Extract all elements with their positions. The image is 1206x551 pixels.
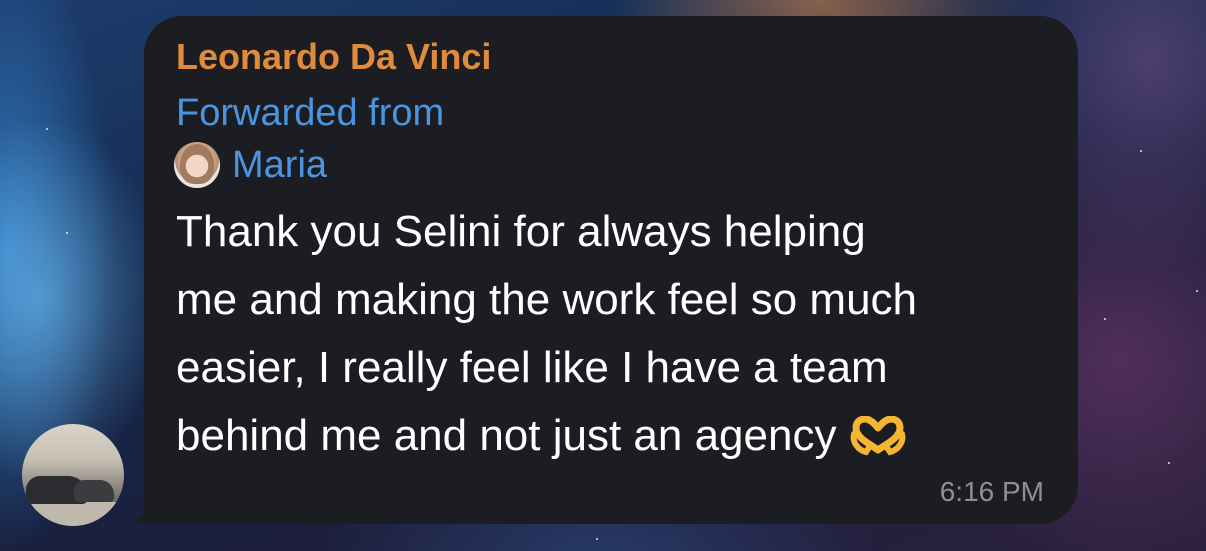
forwarded-label: Forwarded from — [176, 92, 445, 134]
background-star — [596, 538, 598, 540]
sender-name[interactable]: Leonardo Da Vinci — [176, 36, 491, 78]
message-text-line: easier, I really feel like I have a team — [176, 343, 888, 392]
bubble-tail — [128, 490, 164, 524]
background-star — [46, 128, 48, 130]
heart-hands-icon — [851, 416, 906, 456]
message-timestamp: 6:16 PM — [939, 476, 1044, 507]
background-star — [66, 232, 68, 234]
sender-avatar[interactable] — [22, 424, 124, 526]
background-star — [1140, 150, 1142, 152]
message-text-line: behind me and not just an agency — [176, 411, 837, 460]
message-text-line: Thank you Selini for always helping — [176, 207, 866, 256]
background-star — [1168, 462, 1170, 464]
message-text: Thank you Selini for always helping me a… — [176, 198, 1056, 470]
forwarded-source[interactable]: Maria — [174, 142, 327, 188]
forwarded-source-name[interactable]: Maria — [232, 144, 327, 187]
forwarded-source-avatar[interactable] — [174, 142, 220, 188]
avatar-photo-floor — [22, 502, 124, 526]
background-star — [1104, 318, 1106, 320]
background-star — [1196, 290, 1198, 292]
message-text-line-last: behind me and not just an agency — [176, 402, 1056, 470]
message-text-line: me and making the work feel so much — [176, 275, 918, 324]
avatar-photo-car — [74, 480, 114, 502]
